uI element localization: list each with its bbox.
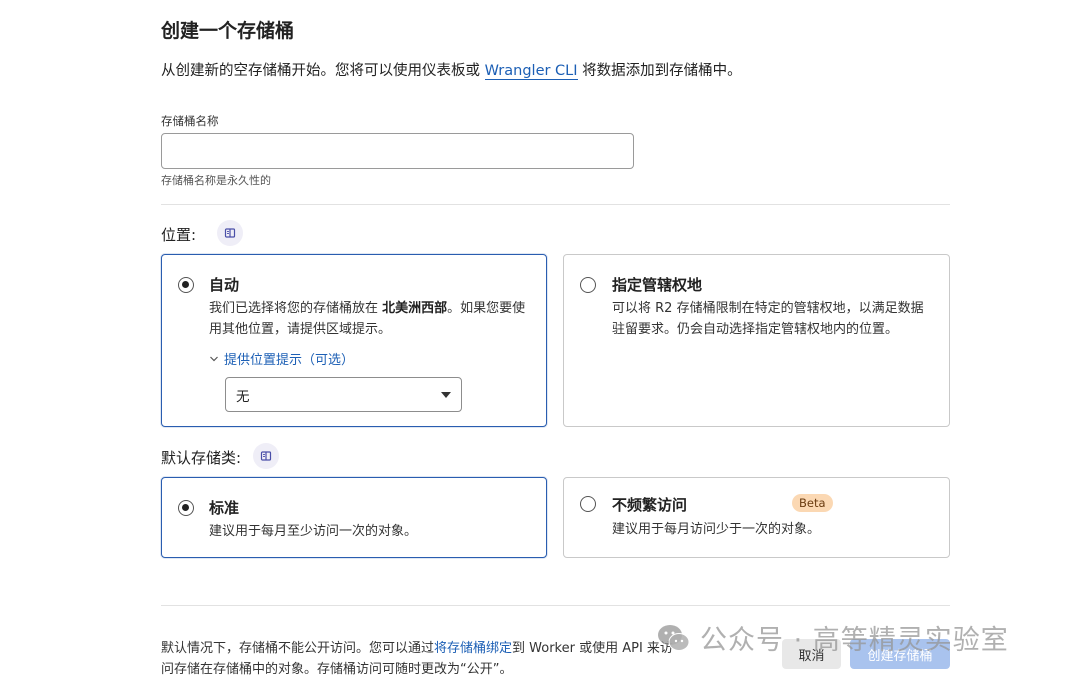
bucket-name-input[interactable] bbox=[161, 133, 634, 169]
radio-auto[interactable] bbox=[178, 277, 194, 293]
bucket-name-label: 存储桶名称 bbox=[161, 114, 219, 128]
book-icon[interactable] bbox=[253, 443, 279, 469]
location-hint-label: 提供位置提示（可选） bbox=[224, 353, 355, 368]
storage-standard-title: 标准 bbox=[209, 499, 240, 517]
storage-option-infrequent[interactable]: 不频繁访问 Beta 建议用于每月访问少于一次的对象。 bbox=[563, 477, 950, 558]
radio-jurisdiction[interactable] bbox=[580, 277, 596, 293]
bind-bucket-link[interactable]: 将存储桶绑定 bbox=[434, 641, 512, 656]
location-label: 位置: bbox=[161, 226, 197, 244]
storage-class-label: 默认存储类: bbox=[161, 449, 242, 467]
radio-standard[interactable] bbox=[178, 500, 194, 516]
location-jurisdiction-title: 指定管辖权地 bbox=[612, 276, 703, 294]
divider bbox=[161, 204, 950, 205]
chevron-down-icon bbox=[210, 356, 218, 361]
intro-text: 从创建新的空存储桶开始。您将可以使用仪表板或 Wrangler CLI 将数据添… bbox=[161, 59, 742, 80]
region-name: 北美洲西部 bbox=[382, 301, 448, 316]
location-auto-title: 自动 bbox=[209, 276, 240, 294]
radio-infrequent[interactable] bbox=[580, 496, 596, 512]
public-access-note: 默认情况下，存储桶不能公开访问。您可以通过将存储桶绑定到 Worker 或使用 … bbox=[161, 641, 673, 677]
location-option-auto[interactable]: 自动 我们已选择将您的存储桶放在 北美洲西部。如果您要使用其他位置，请提供区域提… bbox=[161, 254, 547, 427]
intro-text-after: 将数据添加到存储桶中。 bbox=[577, 63, 742, 79]
page-title: 创建一个存储桶 bbox=[161, 20, 295, 42]
book-icon[interactable] bbox=[217, 220, 243, 246]
location-jurisdiction-desc: 可以将 R2 存储桶限制在特定的管辖权地，以满足数据驻留要求。仍会自动选择指定管… bbox=[612, 301, 924, 337]
caret-down-icon bbox=[441, 391, 451, 398]
storage-option-standard[interactable]: 标准 建议用于每月至少访问一次的对象。 bbox=[161, 477, 547, 558]
bucket-name-help: 存储桶名称是永久性的 bbox=[161, 174, 271, 187]
location-auto-desc: 我们已选择将您的存储桶放在 北美洲西部。如果您要使用其他位置，请提供区域提示。 bbox=[209, 301, 526, 337]
intro-text-before: 从创建新的空存储桶开始。您将可以使用仪表板或 bbox=[161, 63, 485, 79]
beta-badge: Beta bbox=[792, 494, 833, 512]
storage-standard-desc: 建议用于每月至少访问一次的对象。 bbox=[209, 524, 418, 539]
watermark-text: 公众号 · 高等精灵实验室 bbox=[700, 625, 1009, 656]
wrangler-cli-link[interactable]: Wrangler CLI bbox=[484, 63, 578, 80]
wechat-icon bbox=[658, 624, 690, 651]
location-hint-toggle[interactable]: 提供位置提示（可选） bbox=[209, 349, 354, 368]
location-hint-select[interactable]: 无 bbox=[225, 377, 462, 412]
storage-infrequent-desc: 建议用于每月访问少于一次的对象。 bbox=[612, 522, 821, 537]
watermark: 公众号 · 高等精灵实验室 bbox=[656, 618, 1009, 657]
location-hint-value: 无 bbox=[236, 388, 250, 405]
storage-infrequent-title: 不频繁访问 bbox=[612, 496, 688, 514]
divider bbox=[161, 605, 950, 606]
location-option-jurisdiction[interactable]: 指定管辖权地 可以将 R2 存储桶限制在特定的管辖权地，以满足数据驻留要求。仍会… bbox=[563, 254, 950, 427]
